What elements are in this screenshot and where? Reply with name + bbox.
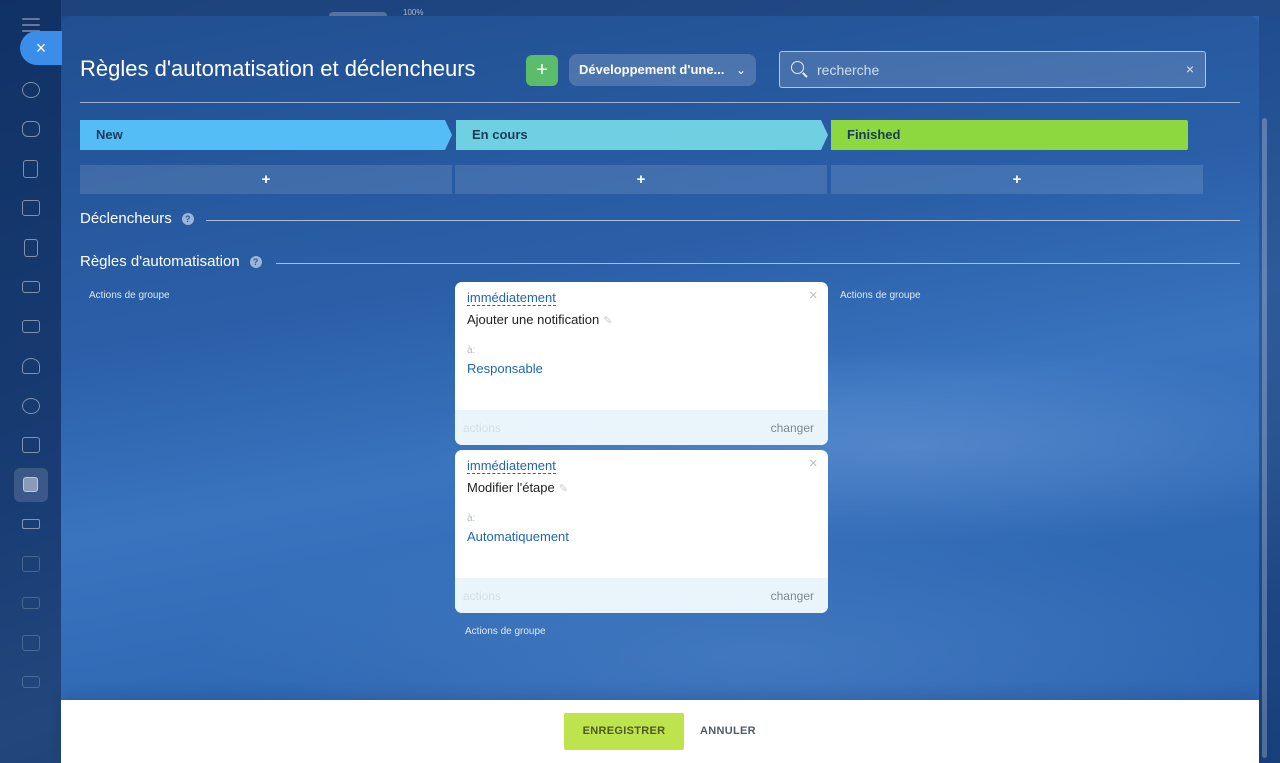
stage-finished[interactable]: Finished [831,120,1188,150]
document-icon[interactable] [0,228,61,268]
group-actions-link-new[interactable]: Actions de groupe [89,290,170,301]
close-slider-button[interactable]: × [20,31,62,65]
add-trigger-button-in-progress[interactable]: + [455,165,827,194]
crm-icon[interactable] [0,386,61,426]
clear-search-icon[interactable]: × [1186,61,1194,77]
rule-actions-label: actions [463,421,502,435]
slider-scrollbar[interactable] [1262,118,1267,758]
pencil-icon[interactable]: ✎ [559,483,568,495]
close-icon[interactable]: ✕ [809,457,818,470]
bottom-button-bar: ENREGISTRER ANNULER [61,700,1259,763]
rule-edit-link[interactable]: changer [771,421,814,435]
stages-bar: New En cours Finished + + + [80,120,1205,194]
menu-icon[interactable] [22,18,40,32]
chat-icon[interactable] [0,110,61,150]
rule-card[interactable]: immédiatement ✕ Modifier l'étape ✎ à: Aut… [455,450,828,613]
add-trigger-button-new[interactable]: + [80,165,452,194]
cancel-button[interactable]: ANNULER [700,713,756,750]
triggers-heading: Déclencheurs [80,210,172,227]
rules-section: Règles d'automatisation? [80,253,1240,273]
rule-recipient-link[interactable]: Automatiquement [467,529,569,544]
rule-card[interactable]: immédiatement ✕ Ajouter une notification… [455,282,828,445]
add-category-button[interactable]: + [526,55,558,86]
divider [206,220,1240,221]
background-toolbar: 100% [61,0,1280,20]
pencil-icon[interactable]: ✎ [603,315,612,327]
close-icon[interactable]: ✕ [809,289,818,302]
app-sidebar [0,0,61,763]
search-input[interactable] [817,61,1177,79]
rule-card-footer: actions changer [455,410,828,445]
filter-icon[interactable] [0,505,61,545]
group-actions-link-finished[interactable]: Actions de groupe [840,290,921,301]
feed-icon[interactable] [0,149,61,189]
rule-recipient-link[interactable]: Responsable [467,361,543,376]
search-box: × [779,51,1206,88]
chevron-down-icon: ⌄ [735,63,746,77]
cart-icon[interactable] [0,584,61,624]
add-trigger-button-finished[interactable]: + [831,165,1203,194]
save-button[interactable]: ENREGISTRER [564,713,684,750]
rule-card-footer: actions changer [455,578,828,613]
rule-edit-link[interactable]: changer [771,589,814,603]
drive-icon[interactable] [0,268,61,308]
contacts-icon[interactable] [0,347,61,387]
search-icon [791,61,804,74]
automation-slider: Règles d'automatisation et déclencheurs … [61,16,1259,763]
rule-title: Ajouter une notification [467,312,600,327]
box-icon[interactable] [0,544,61,584]
slider-header: Règles d'automatisation et déclencheurs … [80,51,1240,103]
rule-title: Modifier l'étape [467,480,555,495]
category-dropdown-label: Développement d'une... [579,62,725,77]
stage-in-progress[interactable]: En cours [456,120,828,150]
sites-icon[interactable] [0,426,61,466]
help-icon[interactable]: ? [181,213,194,225]
terminal-icon[interactable] [0,623,61,663]
tasks-icon[interactable] [0,465,61,505]
triggers-section: Déclencheurs? [80,210,1240,230]
rule-timing-link[interactable]: immédiatement [467,459,556,474]
page-title: Règles d'automatisation et déclencheurs [80,56,476,81]
rule-recipient-label: à: [467,345,476,356]
stage-new[interactable]: New [80,120,452,150]
mail-icon[interactable] [0,307,61,347]
rule-timing-link[interactable]: immédiatement [467,291,556,306]
rules-heading: Règles d'automatisation [80,253,240,270]
rule-recipient-label: à: [467,513,476,524]
help-icon[interactable]: ? [249,256,262,268]
group-actions-link-in-progress[interactable]: Actions de groupe [465,626,546,637]
activity-icon[interactable] [0,70,61,110]
calendar-icon[interactable] [0,189,61,229]
sidebar-icon-list [0,70,61,702]
category-dropdown[interactable]: Développement d'une... ⌄ [569,54,756,86]
rule-actions-label: actions [463,589,502,603]
robot-icon[interactable] [0,663,61,703]
divider [276,263,1240,264]
